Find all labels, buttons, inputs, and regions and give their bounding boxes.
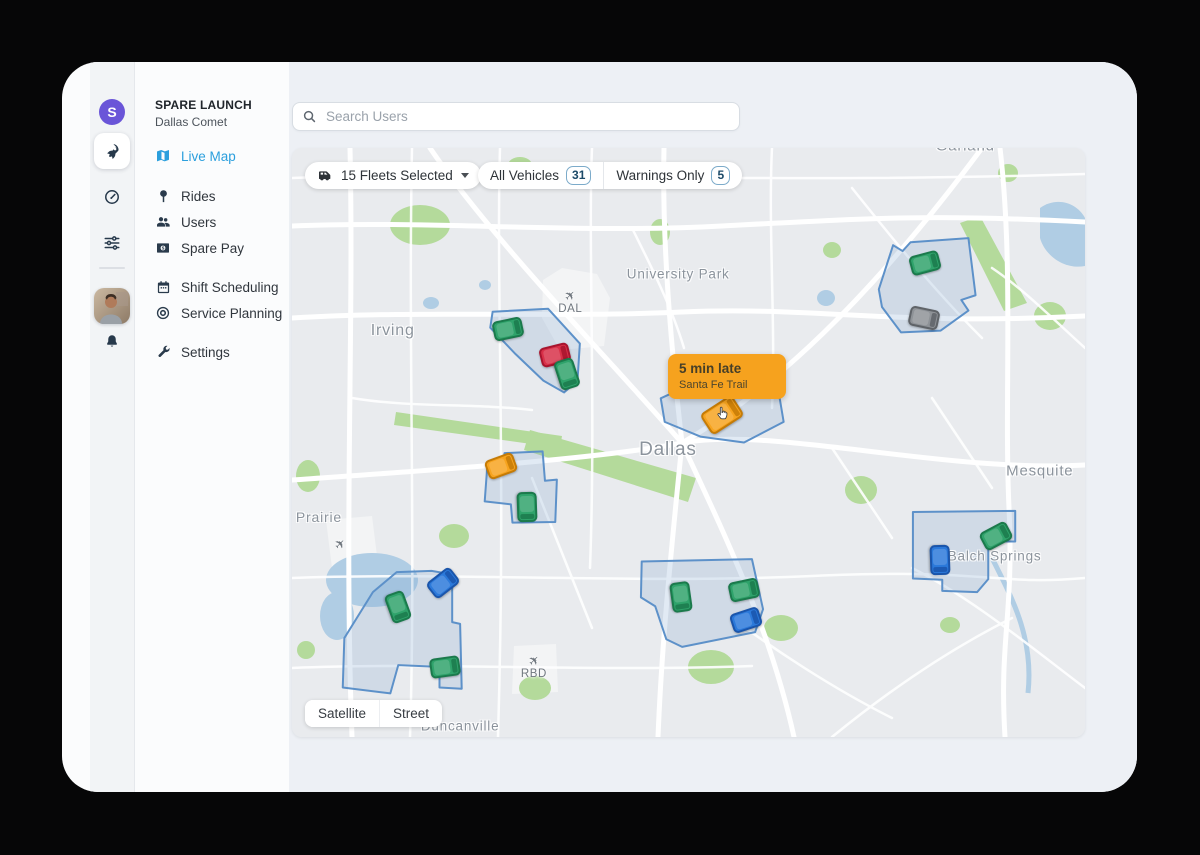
- vehicles-layer: [292, 148, 1085, 737]
- spare-logo[interactable]: S: [99, 99, 125, 125]
- calendar-icon: [155, 279, 171, 295]
- main-area: GarlandUniversity ParkIrvingDallasMesqui…: [289, 62, 1137, 792]
- vehicle-marker-blue[interactable]: [728, 606, 763, 634]
- vehicle-marker-green[interactable]: [516, 492, 537, 523]
- notifications-bell-icon[interactable]: [103, 333, 121, 351]
- sliders-icon[interactable]: [103, 234, 121, 252]
- rail-divider: [99, 267, 125, 269]
- nav-menu: Live Map Rides Users $ Spare Pay Shift S…: [155, 143, 305, 365]
- nav-item-label: Service Planning: [181, 306, 282, 321]
- chevron-down-icon: [461, 173, 469, 178]
- nav-item-rides[interactable]: Rides: [155, 183, 305, 209]
- org-name: SPARE LAUNCH: [155, 98, 295, 112]
- tooltip-route: Santa Fe Trail: [679, 379, 775, 391]
- filter-warnings-only[interactable]: Warnings Only 5: [603, 162, 742, 189]
- map-canvas[interactable]: GarlandUniversity ParkIrvingDallasMesqui…: [292, 148, 1085, 737]
- launch-rocket-button[interactable]: [94, 133, 130, 169]
- wrench-icon: [155, 344, 171, 360]
- all-vehicles-count-badge: 31: [566, 166, 591, 185]
- nav-item-label: Live Map: [181, 149, 236, 164]
- vehicle-marker-blue[interactable]: [929, 545, 950, 576]
- dashboard-gauge-icon[interactable]: [103, 188, 121, 206]
- vehicle-marker-green[interactable]: [429, 655, 461, 679]
- nav-item-spare-pay[interactable]: $ Spare Pay: [155, 235, 305, 261]
- org-unit: Dallas Comet: [155, 115, 295, 129]
- app-window: S SPARE LAUNCH: [62, 62, 1137, 792]
- fleet-selector-label: 15 Fleets Selected: [341, 168, 453, 183]
- map-icon: [155, 148, 171, 164]
- users-icon: [155, 214, 171, 230]
- nav-item-label: Users: [181, 215, 216, 230]
- nav-item-label: Settings: [181, 345, 230, 360]
- rocket-icon: [103, 142, 122, 161]
- vehicle-marker-orange-selected[interactable]: [699, 395, 744, 437]
- nav-item-shift-scheduling[interactable]: Shift Scheduling: [155, 274, 305, 300]
- user-avatar[interactable]: [94, 288, 130, 324]
- pin-icon: [155, 188, 171, 204]
- nav-item-label: Spare Pay: [181, 241, 244, 256]
- hand-cursor-icon: [714, 405, 731, 427]
- fleet-van-icon: [317, 168, 333, 184]
- target-icon: [155, 305, 171, 321]
- nav-item-settings[interactable]: Settings: [155, 339, 305, 365]
- search-icon: [302, 109, 317, 124]
- basemap-toggle: Satellite Street: [305, 700, 442, 727]
- tooltip-status: 5 min late: [679, 361, 775, 376]
- vehicle-marker-green[interactable]: [978, 520, 1014, 552]
- filter-label: All Vehicles: [490, 168, 559, 183]
- nav-item-label: Rides: [181, 189, 216, 204]
- vehicle-marker-blue[interactable]: [425, 566, 461, 600]
- vehicle-marker-green[interactable]: [384, 589, 413, 624]
- vehicle-marker-green[interactable]: [669, 581, 693, 613]
- filter-all-vehicles[interactable]: All Vehicles 31: [478, 162, 603, 189]
- nav-item-label: Shift Scheduling: [181, 280, 279, 295]
- vehicle-marker-green[interactable]: [908, 249, 942, 276]
- icon-rail: S: [90, 62, 135, 792]
- money-icon: $: [155, 240, 171, 256]
- basemap-street-button[interactable]: Street: [379, 700, 442, 727]
- vehicle-marker-green[interactable]: [727, 577, 761, 603]
- search-bar: [292, 102, 740, 131]
- nav-item-service-planning[interactable]: Service Planning: [155, 300, 305, 326]
- basemap-satellite-button[interactable]: Satellite: [305, 700, 379, 727]
- nav-item-users[interactable]: Users: [155, 209, 305, 235]
- search-input[interactable]: [324, 108, 730, 125]
- nav-item-live-map[interactable]: Live Map: [155, 143, 305, 169]
- filter-label: Warnings Only: [616, 168, 704, 183]
- svg-text:$: $: [162, 246, 165, 251]
- warnings-count-badge: 5: [711, 166, 730, 185]
- vehicle-marker-green[interactable]: [553, 356, 581, 391]
- vehicle-marker-orange[interactable]: [484, 452, 519, 481]
- vehicle-marker-gray[interactable]: [907, 305, 941, 331]
- vehicle-filter-group: All Vehicles 31 Warnings Only 5: [478, 162, 742, 189]
- fleet-selector-dropdown[interactable]: 15 Fleets Selected: [305, 162, 481, 189]
- org-header: SPARE LAUNCH Dallas Comet: [155, 98, 295, 129]
- vehicle-marker-green[interactable]: [492, 317, 526, 343]
- vehicle-tooltip: 5 min late Santa Fe Trail: [668, 354, 786, 399]
